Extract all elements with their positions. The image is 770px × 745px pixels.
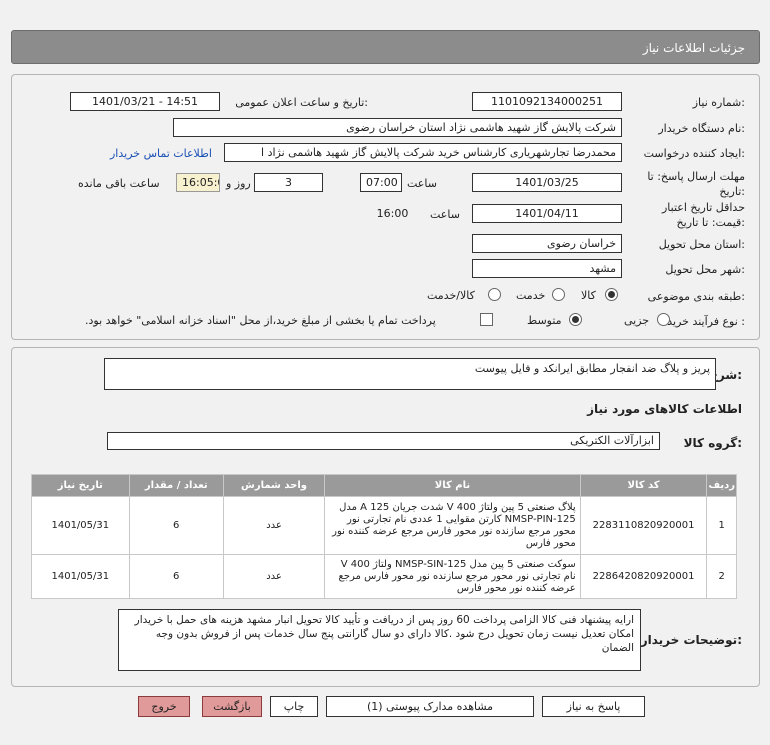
process-minor-label: جزیی bbox=[624, 314, 650, 327]
cell-code: 2286420820920001 bbox=[579, 554, 708, 599]
items-table: ردیف کد کالا نام کالا واحد شمارش تعداد /… bbox=[31, 474, 737, 599]
buyer-org-field: شرکت پالایش گاز شهید هاشمی نژاد استان خر… bbox=[173, 118, 622, 137]
need-number-label: شماره نیاز: bbox=[692, 96, 745, 109]
goods-info-title: اطلاعات کالاهای مورد نیاز bbox=[587, 402, 742, 416]
back-button[interactable]: بازگشت bbox=[202, 696, 262, 717]
days-label: روز و bbox=[226, 177, 251, 190]
category-both-label: کالا/خدمت bbox=[427, 289, 475, 302]
notes-label: توضیحات خریدار: bbox=[640, 633, 742, 647]
respond-button[interactable]: پاسخ به نیاز bbox=[542, 696, 645, 717]
province-field: خراسان رضوی bbox=[472, 234, 622, 253]
cell-unit: عدد bbox=[222, 554, 326, 599]
cell-name: پلاگ صنعتی 5 پین ولتاژ 400 V شدت جریان 1… bbox=[324, 496, 581, 555]
process-medium-radio[interactable] bbox=[569, 313, 582, 326]
validity-label-text: حداقل تاریخ اعتبار قیمت: تا تاریخ: bbox=[661, 201, 745, 229]
province-label: استان محل تحویل: bbox=[658, 238, 745, 251]
city-field: مشهد bbox=[472, 259, 622, 278]
notes-field: ارایه پیشنهاد فنی کالا الزامی پرداخت 60 … bbox=[118, 609, 641, 671]
deadline-time-field: 07:00 bbox=[360, 173, 402, 192]
goods-group-label: گروه کالا: bbox=[683, 436, 742, 450]
col-header-unit: واحد شمارش bbox=[222, 474, 326, 497]
payment-checkbox[interactable] bbox=[480, 313, 493, 326]
page-header: جزئیات اطلاعات نیاز bbox=[11, 30, 760, 64]
table-row: 1 2283110820920001 پلاگ صنعتی 5 پین ولتا… bbox=[31, 496, 737, 555]
payment-note: پرداخت تمام یا بخشی از مبلغ خرید،از محل … bbox=[85, 314, 436, 327]
process-medium-label: متوسط bbox=[527, 314, 562, 327]
process-label: نوع فرآیند خرید : bbox=[667, 315, 745, 328]
category-service-label: خدمت bbox=[516, 289, 546, 302]
category-goods-label: کالا bbox=[581, 289, 596, 302]
summary-field: پریز و پلاگ ضد انفجار مطابق ایرانکد و فا… bbox=[104, 358, 716, 390]
category-both-radio[interactable] bbox=[488, 288, 501, 301]
cell-qty: 6 bbox=[128, 554, 224, 599]
cell-idx: 2 bbox=[706, 554, 737, 599]
buyer-org-label: نام دستگاه خریدار: bbox=[658, 122, 745, 135]
cell-date: 1401/05/31 bbox=[31, 554, 130, 599]
cell-qty: 6 bbox=[128, 496, 224, 555]
col-header-qty: تعداد / مقدار bbox=[128, 474, 224, 497]
deadline-date-field: 1401/03/25 bbox=[472, 173, 622, 192]
cell-code: 2283110820920001 bbox=[579, 496, 708, 555]
exit-button[interactable]: خروج bbox=[138, 696, 190, 717]
city-label: شهر محل تحویل: bbox=[665, 263, 745, 276]
need-number-field: 1101092134000251 bbox=[472, 92, 622, 111]
cell-unit: عدد bbox=[222, 496, 326, 555]
print-button[interactable]: چاپ bbox=[270, 696, 318, 717]
deadline-label-text: مهلت ارسال پاسخ: تا تاریخ: bbox=[647, 170, 745, 198]
cell-date: 1401/05/31 bbox=[31, 496, 130, 555]
cell-name: سوکت صنعتی 5 پین مدل NMSP-SIN-125 ولتاژ … bbox=[324, 554, 581, 599]
view-docs-button[interactable]: مشاهده مدارک پیوستی (1) bbox=[326, 696, 534, 717]
remaining-time-field: 16:05:09 bbox=[176, 173, 220, 192]
process-minor-radio[interactable] bbox=[657, 313, 670, 326]
col-header-idx: ردیف bbox=[706, 474, 737, 497]
contact-buyer-link[interactable]: اطلاعات تماس خریدار bbox=[110, 147, 212, 160]
creator-field: محمدرضا تجارشهریاری کارشناس خرید شرکت پا… bbox=[224, 143, 622, 162]
category-goods-radio[interactable] bbox=[605, 288, 618, 301]
goods-group-field: ابزارآلات الکتریکی bbox=[107, 432, 660, 450]
deadline-time-label: ساعت bbox=[407, 177, 437, 190]
announce-label: تاریخ و ساعت اعلان عمومی: bbox=[235, 96, 368, 109]
validity-label: حداقل تاریخ اعتبار قیمت: تا تاریخ: bbox=[635, 200, 745, 230]
validity-date-field: 1401/04/11 bbox=[472, 204, 622, 223]
table-row: 2 2286420820920001 سوکت صنعتی 5 پین مدل … bbox=[31, 554, 737, 599]
col-header-date: تاریخ نیاز bbox=[31, 474, 130, 497]
cell-idx: 1 bbox=[706, 496, 737, 555]
col-header-code: کد کالا bbox=[579, 474, 708, 497]
days-field: 3 bbox=[254, 173, 323, 192]
category-label: طبقه بندی موضوعی: bbox=[647, 290, 745, 303]
deadline-label: مهلت ارسال پاسخ: تا تاریخ: bbox=[625, 169, 745, 199]
col-header-name: نام کالا bbox=[324, 474, 581, 497]
creator-label: ایجاد کننده درخواست: bbox=[643, 147, 745, 160]
validity-time-label: ساعت bbox=[430, 208, 460, 221]
validity-time-field: 16:00 bbox=[376, 207, 409, 220]
table-header-row: ردیف کد کالا نام کالا واحد شمارش تعداد /… bbox=[31, 474, 737, 497]
remaining-label: ساعت باقی مانده bbox=[78, 177, 160, 190]
category-service-radio[interactable] bbox=[552, 288, 565, 301]
items-table-wrap: ردیف کد کالا نام کالا واحد شمارش تعداد /… bbox=[31, 474, 737, 599]
announce-field: 1401/03/21 - 14:51 bbox=[70, 92, 220, 111]
page-title: جزئیات اطلاعات نیاز bbox=[642, 41, 745, 55]
